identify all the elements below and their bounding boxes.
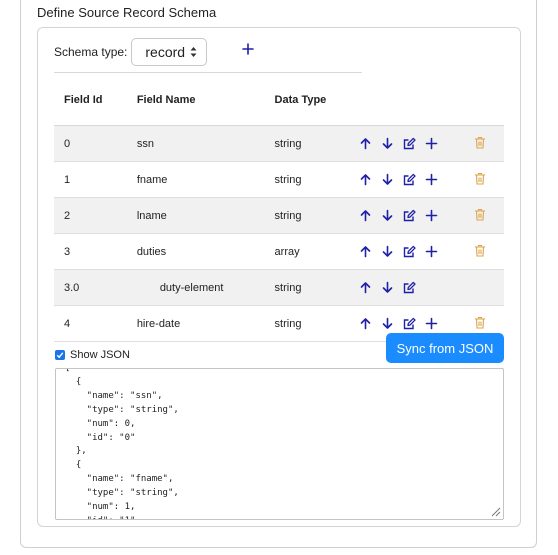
field-type: string: [274, 197, 360, 234]
add-schema-field-icon[interactable]: [241, 42, 255, 56]
table-row: 3.0 duty-element string: [54, 269, 504, 306]
field-id: 4: [54, 305, 137, 342]
arrow-down-icon[interactable]: [381, 245, 394, 258]
arrow-down-icon[interactable]: [381, 209, 394, 222]
schema-divider: [54, 72, 362, 73]
arrow-up-icon[interactable]: [359, 281, 372, 294]
fields-table: Field Id Field Name Data Type 0 ssn string…: [54, 91, 504, 342]
field-id: 1: [54, 161, 137, 198]
field-id: 2: [54, 197, 137, 234]
schema-type-label: Schema type:: [54, 45, 128, 59]
edit-icon[interactable]: [403, 281, 416, 294]
col-field-name: Field Name: [136, 94, 196, 106]
field-type: string: [274, 161, 360, 198]
arrow-down-icon[interactable]: [381, 317, 394, 330]
json-content: [ { "name": "ssn", "type": "string", "nu…: [65, 368, 179, 519]
select-caret-icon: [190, 47, 197, 57]
plus-icon[interactable]: [425, 245, 438, 258]
field-name: hire-date: [136, 317, 181, 330]
edit-icon[interactable]: [403, 245, 416, 258]
field-type: string: [274, 305, 360, 342]
table-row: 3 duties array: [54, 233, 504, 270]
trash-icon[interactable]: [474, 316, 486, 329]
plus-icon[interactable]: [425, 137, 438, 150]
col-field-id: Field Id: [64, 94, 103, 106]
arrow-up-icon[interactable]: [359, 173, 372, 186]
edit-icon[interactable]: [403, 137, 416, 150]
arrow-down-icon[interactable]: [381, 281, 394, 294]
show-json-label: Show JSON: [70, 349, 130, 361]
show-json-toggle[interactable]: Show JSON: [55, 349, 130, 361]
table-row: 2 lname string: [54, 197, 504, 234]
field-name: duties: [136, 245, 167, 258]
field-id: 3.0: [54, 269, 137, 306]
trash-icon[interactable]: [474, 172, 486, 185]
arrow-up-icon[interactable]: [359, 137, 372, 150]
section-title: Define Source Record Schema: [37, 5, 217, 20]
field-name: duty-element: [159, 281, 224, 294]
arrow-down-icon[interactable]: [381, 173, 394, 186]
field-name: lname: [136, 209, 167, 222]
trash-icon[interactable]: [474, 136, 486, 149]
trash-icon[interactable]: [474, 208, 486, 221]
schema-type-select[interactable]: record: [131, 38, 208, 66]
field-name: fname: [136, 173, 168, 186]
table-row: 0 ssn string: [54, 125, 504, 162]
check-icon: [56, 352, 64, 359]
trash-icon[interactable]: [474, 244, 486, 257]
field-type: string: [274, 125, 360, 162]
field-id: 0: [54, 125, 137, 162]
field-id: 3: [54, 233, 137, 270]
plus-icon[interactable]: [425, 209, 438, 222]
sync-from-json-button[interactable]: Sync from JSON: [386, 333, 504, 363]
edit-icon[interactable]: [403, 209, 416, 222]
field-type: array: [274, 233, 360, 270]
field-type: string: [274, 269, 360, 306]
schema-type-value: record: [145, 44, 186, 60]
arrow-up-icon[interactable]: [359, 245, 372, 258]
resize-grip-icon[interactable]: [490, 506, 501, 517]
schema-type-row: Schema type: record: [54, 37, 208, 67]
plus-icon[interactable]: [425, 317, 438, 330]
arrow-up-icon[interactable]: [359, 317, 372, 330]
arrow-up-icon[interactable]: [359, 209, 372, 222]
arrow-down-icon[interactable]: [381, 137, 394, 150]
edit-icon[interactable]: [403, 317, 416, 330]
json-textarea[interactable]: [ { "name": "ssn", "type": "string", "nu…: [55, 368, 504, 520]
edit-icon[interactable]: [403, 173, 416, 186]
col-data-type: Data Type: [274, 94, 327, 106]
plus-icon[interactable]: [425, 173, 438, 186]
table-row: 1 fname string: [54, 161, 504, 198]
schema-card: Schema type: record Field Id Field Name …: [37, 27, 521, 527]
field-name: ssn: [136, 137, 154, 150]
show-json-checkbox[interactable]: [55, 350, 65, 360]
